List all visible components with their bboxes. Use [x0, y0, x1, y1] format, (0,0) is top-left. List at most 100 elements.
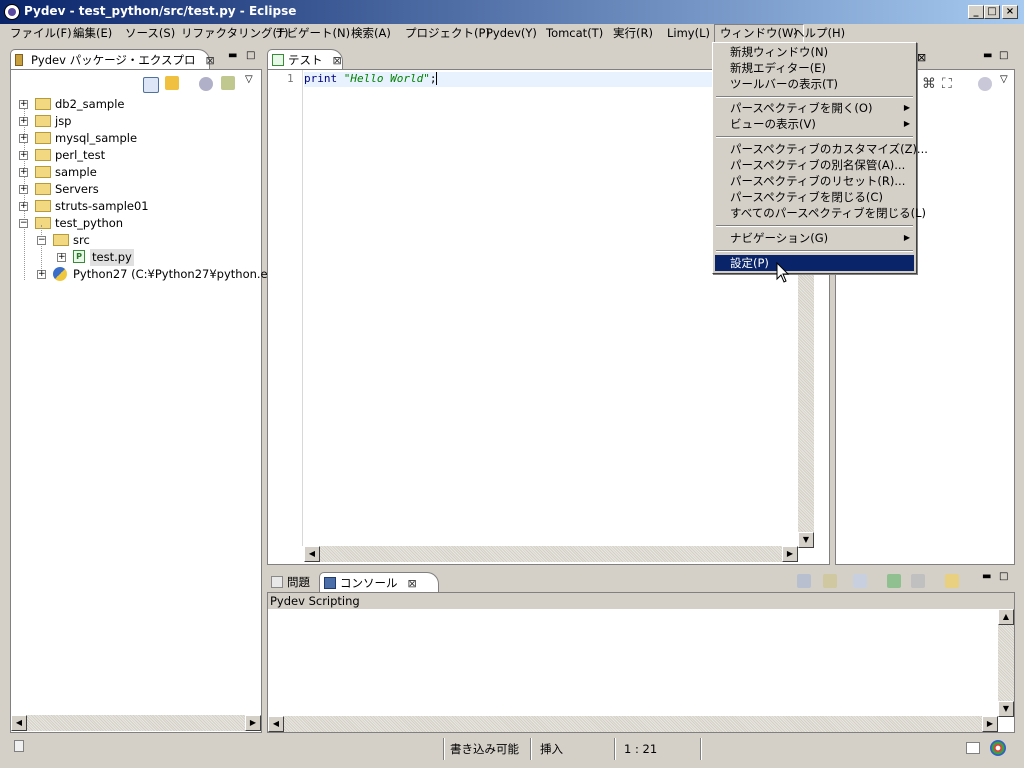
tree-item[interactable]: db2_sample: [55, 96, 124, 113]
console-output[interactable]: [268, 609, 998, 717]
scroll-lock-icon[interactable]: [823, 574, 837, 588]
menu-item-reset-perspective[interactable]: パースペクティブのリセット(R)...: [715, 173, 914, 189]
project-icon: [35, 166, 51, 178]
menu-help[interactable]: ヘルプ(H): [788, 24, 850, 42]
expand-icon[interactable]: +: [19, 100, 28, 109]
close-icon[interactable]: ⊠: [206, 54, 215, 67]
tree-item[interactable]: jsp: [55, 113, 72, 130]
collapse-icon[interactable]: −: [37, 236, 46, 245]
menu-item-save-perspective-as[interactable]: パースペクティブの別名保管(A)...: [715, 157, 914, 173]
maximize-view-icon[interactable]: □: [999, 571, 1008, 582]
tab-editor[interactable]: テスト ⊠: [267, 49, 343, 69]
scroll-right-button[interactable]: ▶: [982, 716, 998, 732]
display-selected-console-icon[interactable]: [887, 574, 901, 588]
console-icon: [324, 577, 336, 589]
tree-item[interactable]: perl_test: [55, 147, 105, 164]
maximize-view-icon[interactable]: □: [246, 50, 255, 61]
forward-icon[interactable]: [221, 76, 235, 90]
minimize-view-icon[interactable]: ▬: [982, 571, 991, 582]
scroll-left-button[interactable]: ◀: [11, 715, 27, 731]
menu-item-new-window[interactable]: 新規ウィンドウ(N): [715, 44, 914, 60]
menu-item-label: パースペクティブを開く(O): [730, 101, 873, 115]
expand-all-icon[interactable]: ⛶: [942, 76, 952, 92]
pin-console-icon[interactable]: [853, 574, 867, 588]
tree-item[interactable]: Python27 (C:¥Python27¥python.exe): [73, 266, 285, 283]
menu-navigate[interactable]: ナビゲート(N): [270, 24, 355, 42]
minimize-view-icon[interactable]: ▬: [228, 50, 237, 61]
collapse-icon[interactable]: −: [19, 219, 28, 228]
maximize-window-button[interactable]: □: [984, 5, 1000, 19]
view-menu-icon[interactable]: ▽: [1000, 74, 1008, 85]
window-menu-dropdown: 新規ウィンドウ(N) 新規エディター(E) ツールバーの表示(T) パースペクテ…: [712, 42, 928, 274]
menu-run[interactable]: 実行(R): [608, 24, 658, 42]
menu-tomcat[interactable]: Tomcat(T): [541, 24, 608, 42]
menu-item-navigation[interactable]: ナビゲーション(G) ▶: [715, 230, 914, 246]
code-line[interactable]: print "Hello World";: [304, 72, 438, 85]
menu-item-show-toolbar[interactable]: ツールバーの表示(T): [715, 76, 914, 92]
tree-item-selected[interactable]: test.py: [90, 249, 134, 266]
close-icon[interactable]: ⊠: [333, 54, 342, 67]
collapse-all-icon[interactable]: [143, 77, 159, 93]
open-perspective-icon[interactable]: [966, 742, 980, 754]
menu-edit[interactable]: 編集(E): [68, 24, 117, 42]
pydev-perspective-icon[interactable]: [990, 740, 1006, 756]
console-panel: Pydev Scripting ▲ ▼ ◀ ▶: [267, 592, 1015, 733]
menu-search[interactable]: 検索(A): [346, 24, 396, 42]
scroll-down-button[interactable]: ▼: [798, 532, 814, 548]
menu-file[interactable]: ファイル(F): [5, 24, 77, 42]
tree-item[interactable]: struts-sample01: [55, 198, 149, 215]
menu-item-open-perspective[interactable]: パースペクティブを開く(O) ▶: [715, 100, 914, 116]
expand-icon[interactable]: +: [19, 185, 28, 194]
scroll-left-button[interactable]: ◀: [304, 546, 320, 562]
link-with-editor-icon[interactable]: [165, 76, 179, 90]
fast-view-icon[interactable]: [14, 740, 24, 752]
tree-item[interactable]: src: [73, 232, 90, 249]
close-window-button[interactable]: ×: [1002, 5, 1018, 19]
project-icon: [35, 200, 51, 212]
expand-icon[interactable]: +: [19, 202, 28, 211]
tree-item[interactable]: mysql_sample: [55, 130, 137, 147]
expand-icon[interactable]: +: [19, 117, 28, 126]
expand-icon[interactable]: +: [57, 253, 66, 262]
menu-item-customize-perspective[interactable]: パースペクティブのカスタマイズ(Z)...: [715, 141, 928, 157]
close-icon[interactable]: ⊠: [917, 51, 926, 64]
scroll-left-button[interactable]: ◀: [268, 716, 284, 732]
menu-limy[interactable]: Limy(L): [662, 24, 715, 42]
filter-icon[interactable]: [978, 77, 992, 91]
tab-console[interactable]: コンソール ⊠: [319, 572, 439, 592]
scroll-right-button[interactable]: ▶: [245, 715, 261, 731]
tree-item[interactable]: Servers: [55, 181, 99, 198]
scroll-right-button[interactable]: ▶: [782, 546, 798, 562]
title-bar[interactable]: Pydev - test_python/src/test.py - Eclips…: [0, 0, 1024, 24]
tree-item[interactable]: sample: [55, 164, 97, 181]
tab-problems[interactable]: 問題: [269, 572, 310, 592]
menu-item-preferences[interactable]: 設定(P): [715, 255, 914, 271]
expand-icon[interactable]: +: [19, 134, 28, 143]
clear-console-icon[interactable]: [797, 574, 811, 588]
maximize-view-icon[interactable]: □: [999, 50, 1008, 61]
menu-item-label: ナビゲーション(G): [730, 231, 829, 245]
menu-pydev[interactable]: Pydev(Y): [481, 24, 542, 42]
menu-item-new-editor[interactable]: 新規エディター(E): [715, 60, 914, 76]
new-console-icon[interactable]: [945, 574, 959, 588]
collapse-icon[interactable]: ⌘: [922, 76, 936, 92]
filter-icon[interactable]: [199, 77, 213, 91]
scroll-down-button[interactable]: ▼: [998, 701, 1014, 717]
tree-item[interactable]: test_python: [55, 215, 123, 232]
expand-icon[interactable]: +: [37, 270, 46, 279]
menu-item-close-all-perspectives[interactable]: すべてのパースペクティブを閉じる(L): [715, 205, 926, 221]
minimize-view-icon[interactable]: ▬: [983, 50, 992, 61]
close-icon[interactable]: ⊠: [408, 577, 417, 590]
minimize-window-button[interactable]: _: [968, 5, 984, 19]
tab-package-explorer[interactable]: Pydev パッケージ・エクスプロ ⊠: [10, 49, 215, 69]
expand-icon[interactable]: +: [19, 151, 28, 160]
scroll-up-button[interactable]: ▲: [998, 609, 1014, 625]
menu-item-close-perspective[interactable]: パースペクティブを閉じる(C): [715, 189, 914, 205]
view-menu-icon[interactable]: ▽: [245, 74, 253, 85]
menu-item-show-view[interactable]: ビューの表示(V) ▶: [715, 116, 914, 132]
open-console-icon[interactable]: [911, 574, 925, 588]
expand-icon[interactable]: +: [19, 168, 28, 177]
menu-source[interactable]: ソース(S): [120, 24, 180, 42]
submenu-arrow-icon: ▶: [903, 119, 910, 128]
menu-bar: ファイル(F) 編集(E) ソース(S) リファクタリング(T) ナビゲート(N…: [0, 24, 1024, 44]
